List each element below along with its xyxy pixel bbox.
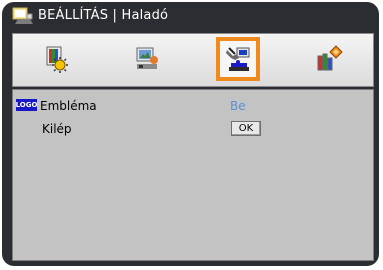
tab-display-settings[interactable]	[125, 37, 169, 81]
menu-row-exit[interactable]: Kilép OK	[13, 119, 373, 139]
ok-button[interactable]: OK	[231, 121, 261, 136]
tab-options[interactable]	[307, 37, 351, 81]
tab-image-settings[interactable]	[34, 37, 78, 81]
menu-row-emblem[interactable]: LOGO Embléma Be	[13, 96, 373, 116]
settings-panel: LOGO Embléma Be Kilép OK	[12, 89, 374, 261]
emblem-value[interactable]: Be	[230, 99, 246, 113]
osd-menu-window: BEÁLLÍTÁS | Haladó LOGO Embléma Be Kilép…	[2, 2, 379, 266]
display-settings-icon	[136, 47, 158, 69]
options-icon	[317, 45, 343, 71]
emblem-label: Embléma	[40, 99, 97, 113]
window-title: BEÁLLÍTÁS | Haladó	[38, 8, 169, 23]
setup-wrench-icon	[226, 47, 250, 71]
projector-settings-icon	[12, 6, 34, 26]
title-bar: BEÁLLÍTÁS | Haladó	[2, 2, 379, 29]
exit-label: Kilép	[42, 122, 72, 136]
image-settings-icon	[46, 46, 68, 73]
logo-icon: LOGO	[15, 99, 38, 111]
menu-tab-bar	[12, 33, 374, 87]
tab-settings[interactable]	[216, 37, 260, 81]
